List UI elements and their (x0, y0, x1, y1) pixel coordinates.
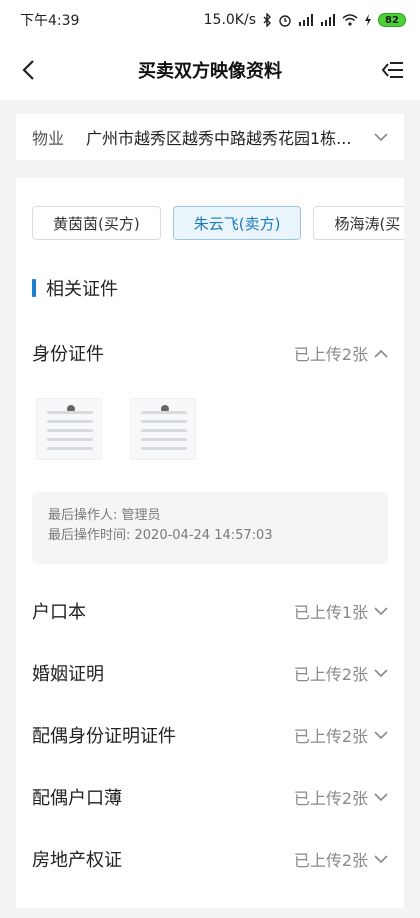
status-time: 下午4:39 (20, 13, 80, 29)
tab-seller-zhu[interactable]: 朱云飞(卖方) (172, 206, 302, 240)
doc-thumb-lines (141, 411, 187, 456)
doc-status: 已上传2张 (293, 727, 368, 746)
section-heading: 相关证件 (32, 276, 118, 300)
menu-button[interactable] (376, 54, 408, 86)
status-icons: 15.0K/s 82 (204, 12, 406, 28)
doc-status-group: 已上传2张 (294, 661, 388, 685)
doc-title: 房地产权证 (32, 850, 122, 871)
doc-title: 身份证件 (32, 344, 104, 365)
alarm-icon (278, 13, 292, 27)
chevron-down-icon (374, 730, 388, 739)
doc-status-group: 已上传2张 (294, 847, 388, 871)
property-selector[interactable]: 物业 广州市越秀区越秀中路越秀花园1栋... (16, 114, 404, 160)
document-thumbnail[interactable] (36, 398, 102, 460)
battery-indicator: 82 (378, 13, 406, 27)
id-thumbnails (36, 398, 196, 460)
back-button[interactable] (12, 54, 44, 86)
chevron-down-icon (374, 792, 388, 801)
charging-icon (364, 14, 372, 26)
tab-buyer-huang[interactable]: 黄茵茵(买方) (32, 206, 161, 240)
chevron-left-icon (22, 60, 34, 80)
operation-info: 最后操作人: 管理员 最后操作时间: 2020-04-24 14:57:03 (32, 492, 388, 564)
chevron-up-icon (374, 349, 388, 358)
doc-status: 已上传2张 (293, 345, 368, 364)
doc-status-group: 已上传2张 (294, 341, 388, 365)
doc-row-spouse-household[interactable]: 配偶户口薄 已上传2张 (32, 777, 388, 817)
doc-row-marriage[interactable]: 婚姻证明 已上传2张 (32, 653, 388, 693)
page-title: 买卖双方映像资料 (138, 61, 282, 82)
nav-bar: 买卖双方映像资料 (0, 40, 420, 100)
section-accent-bar (32, 279, 36, 297)
menu-collapse-icon (381, 62, 403, 78)
chevron-down-icon (368, 132, 388, 142)
doc-row-property-cert[interactable]: 房地产权证 已上传2张 (32, 839, 388, 879)
doc-status-group: 已上传2张 (294, 785, 388, 809)
chevron-down-icon (374, 854, 388, 863)
chevron-down-icon (374, 606, 388, 615)
doc-title: 户口本 (32, 602, 86, 623)
party-tabs: 黄茵茵(买方) 朱云飞(卖方) 杨海涛(买 (32, 206, 404, 240)
property-value: 广州市越秀区越秀中路越秀花园1栋... (86, 129, 352, 148)
doc-title: 配偶身份证明证件 (32, 726, 176, 747)
tab-buyer-yang[interactable]: 杨海涛(买 (313, 206, 404, 240)
doc-row-id[interactable]: 身份证件 已上传2张 (32, 333, 388, 373)
network-speed: 15.0K/s (203, 12, 256, 28)
doc-title: 配偶户口薄 (32, 788, 122, 809)
property-label: 物业 (32, 129, 65, 148)
signal-icon (298, 14, 314, 26)
document-thumbnail[interactable] (130, 398, 196, 460)
doc-status-group: 已上传1张 (294, 599, 388, 623)
doc-status: 已上传2张 (293, 851, 368, 870)
last-operator: 最后操作人: 管理员 (48, 508, 161, 523)
documents-card: 黄茵茵(买方) 朱云飞(卖方) 杨海涛(买 相关证件 身份证件 已上传2张 最后… (16, 178, 404, 908)
doc-title: 婚姻证明 (32, 664, 104, 685)
doc-thumb-lines (47, 411, 93, 456)
status-bar: 下午4:39 15.0K/s 82 (0, 0, 420, 40)
chevron-down-icon (374, 668, 388, 677)
last-operation-time: 最后操作时间: 2020-04-24 14:57:03 (48, 528, 273, 543)
doc-status: 已上传2张 (293, 789, 368, 808)
doc-row-spouse-id[interactable]: 配偶身份证明证件 已上传2张 (32, 715, 388, 755)
doc-row-household[interactable]: 户口本 已上传1张 (32, 591, 388, 631)
doc-status: 已上传1张 (293, 603, 368, 622)
wifi-icon (342, 14, 358, 26)
doc-status-group: 已上传2张 (294, 723, 388, 747)
bluetooth-icon (262, 13, 272, 27)
doc-status: 已上传2张 (293, 665, 368, 684)
signal-icon-2 (320, 14, 336, 26)
section-title: 相关证件 (46, 279, 118, 300)
